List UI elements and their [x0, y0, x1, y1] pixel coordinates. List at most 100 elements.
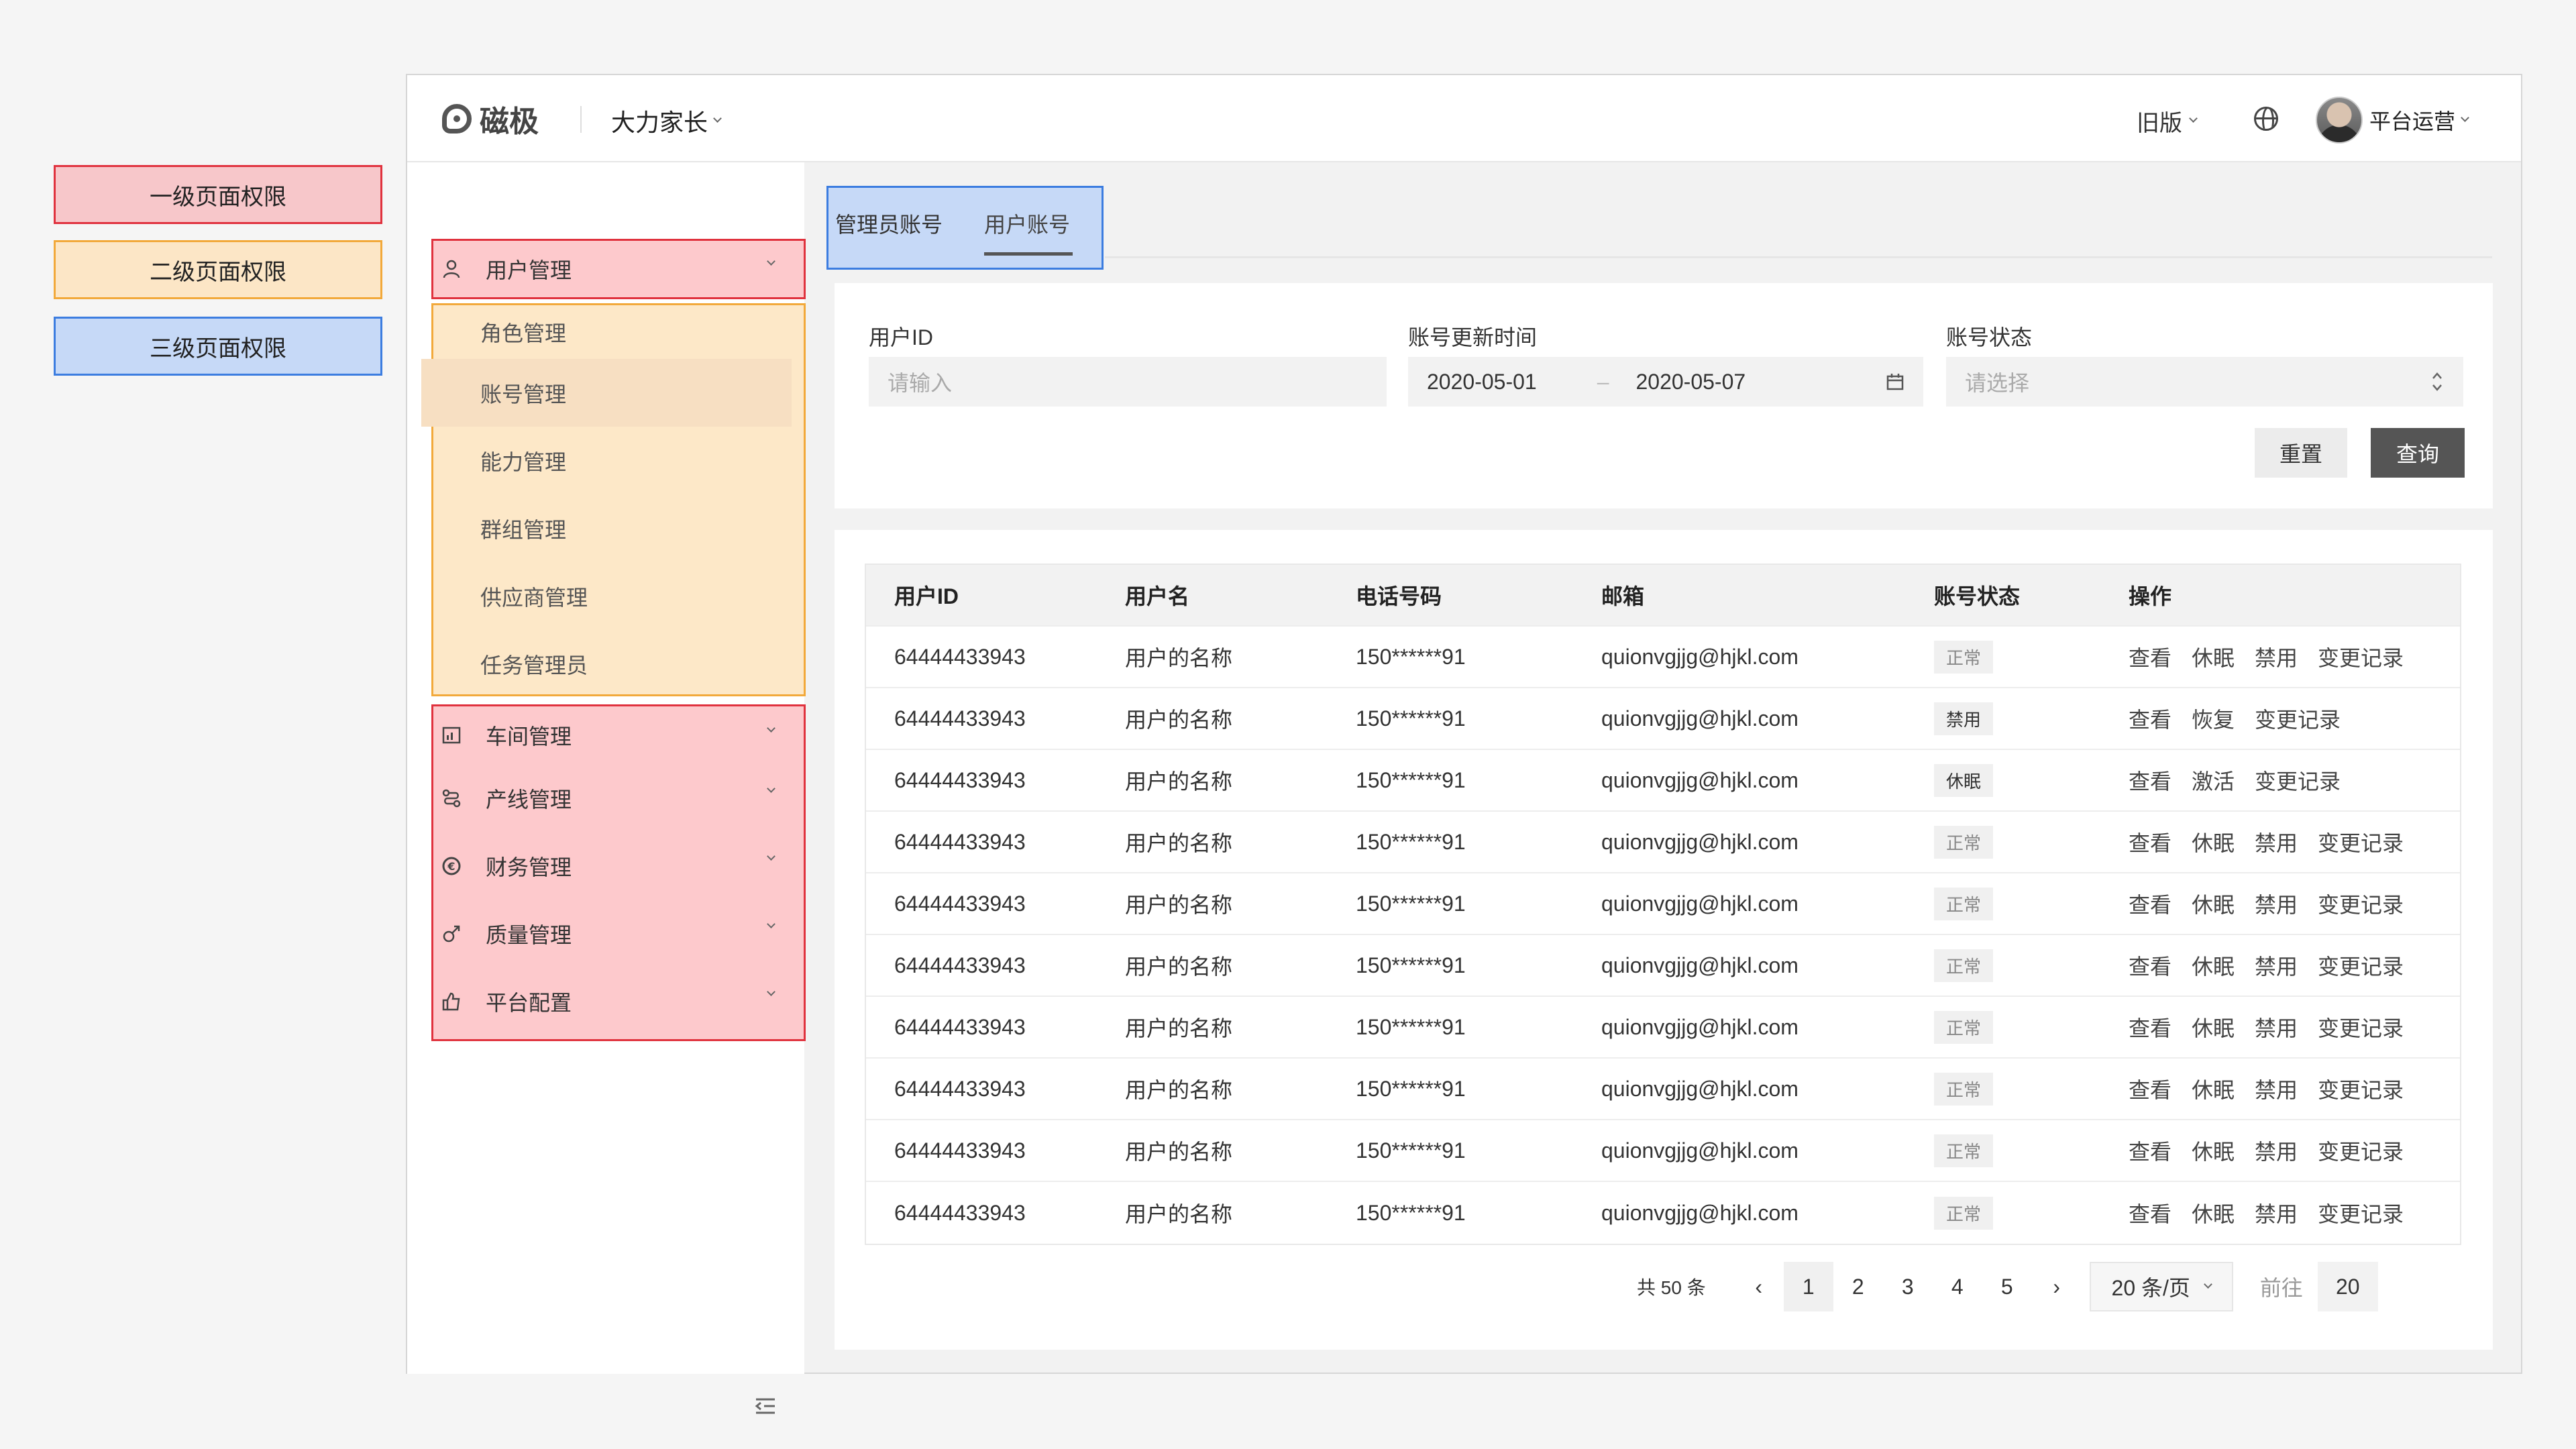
cell-phone: 150******91 — [1356, 706, 1466, 731]
row-action-link[interactable]: 变更记录 — [2318, 641, 2404, 672]
date-start[interactable]: 2020-05-01 — [1427, 370, 1537, 394]
logo[interactable]: 磁极 — [442, 102, 539, 138]
row-action-link[interactable]: 查看 — [2129, 950, 2171, 981]
row-action-link[interactable]: 禁用 — [2255, 1197, 2298, 1228]
row-action-link[interactable]: 禁用 — [2255, 826, 2298, 857]
sidebar-item-production-line[interactable]: 产线管理 — [433, 764, 804, 832]
col-phone: 电话号码 — [1356, 584, 1442, 608]
row-action-link[interactable]: 查看 — [2129, 1012, 2171, 1042]
page-button[interactable]: 2 — [1833, 1262, 1883, 1311]
row-action-link[interactable]: 激活 — [2192, 765, 2235, 796]
row-action-link[interactable]: 变更记录 — [2318, 1073, 2404, 1104]
row-action-link[interactable]: 禁用 — [2255, 1135, 2298, 1166]
sidebar-item-label: 产线管理 — [486, 787, 572, 812]
old-version-switch[interactable]: 旧版 — [2137, 105, 2198, 138]
table-row: 64444433943 用户的名称 150******91 quionvgjjg@hj… — [866, 1182, 2460, 1244]
chart-icon — [441, 725, 462, 745]
page-button[interactable]: 5 — [1982, 1262, 2032, 1311]
row-action-link[interactable]: 禁用 — [2255, 950, 2298, 981]
row-action-link[interactable]: 禁用 — [2255, 641, 2298, 672]
row-action-link[interactable]: 禁用 — [2255, 888, 2298, 919]
row-action-link[interactable]: 变更记录 — [2318, 888, 2404, 919]
sidebar-group-user-mgmt[interactable]: 用户管理 — [431, 239, 806, 299]
page-button[interactable]: 4 — [1933, 1262, 1982, 1311]
old-version-label: 旧版 — [2137, 111, 2182, 136]
row-action-link[interactable]: 查看 — [2129, 826, 2171, 857]
sidebar-subitem-supplier[interactable]: 供应商管理 — [433, 562, 804, 630]
sidebar-submenu-user-mgmt: 角色管理 账号管理 能力管理 群组管理 供应商管理 任务管理员 — [421, 303, 806, 698]
logo-icon — [442, 104, 472, 133]
row-action-link[interactable]: 休眠 — [2192, 888, 2235, 919]
sidebar-subitem-role[interactable]: 角色管理 — [433, 305, 804, 359]
row-action-link[interactable]: 休眠 — [2192, 826, 2235, 857]
goto-page-input[interactable]: 20 — [2317, 1262, 2378, 1311]
sidebar-item-label: 质量管理 — [486, 922, 572, 947]
cell-email: quionvgjjg@hjkl.com — [1601, 829, 1799, 854]
row-action-link[interactable]: 查看 — [2129, 1073, 2171, 1104]
sidebar-subitem-task-admin[interactable]: 任务管理员 — [433, 630, 804, 698]
row-action-link[interactable]: 查看 — [2129, 888, 2171, 919]
row-action-link[interactable]: 查看 — [2129, 703, 2171, 734]
sidebar-item-platform-config[interactable]: 平台配置 — [433, 967, 804, 1035]
status-badge: 正常 — [1934, 887, 1994, 920]
row-action-link[interactable]: 变更记录 — [2255, 703, 2341, 734]
org-switcher[interactable]: 大力家长 — [611, 103, 722, 138]
sidebar-item-label: 财务管理 — [486, 855, 572, 879]
sidebar-subitem-group[interactable]: 群组管理 — [433, 494, 804, 562]
query-button[interactable]: 查询 — [2371, 428, 2465, 478]
sidebar-item-user-mgmt[interactable]: 用户管理 — [433, 241, 804, 297]
date-end[interactable]: 2020-05-07 — [1635, 370, 1746, 394]
cell-email: quionvgjjg@hjkl.com — [1601, 953, 1799, 977]
sidebar-item-workshop[interactable]: 车间管理 — [433, 706, 804, 764]
row-action-link[interactable]: 变更记录 — [2318, 1197, 2404, 1228]
legend-level1: 一级页面权限 — [54, 165, 382, 224]
status-select[interactable]: 请选择 — [1946, 357, 2463, 407]
svg-text:€: € — [447, 860, 455, 873]
row-action-link[interactable]: 休眠 — [2192, 1135, 2235, 1166]
cell-user-id: 64444433943 — [894, 767, 1026, 792]
row-action-link[interactable]: 休眠 — [2192, 641, 2235, 672]
row-action-link[interactable]: 禁用 — [2255, 1073, 2298, 1104]
row-action-link[interactable]: 查看 — [2129, 765, 2171, 796]
sidebar-item-finance[interactable]: € 财务管理 — [433, 832, 804, 900]
user-menu[interactable]: 平台运营 — [2316, 97, 2469, 144]
page-size-select[interactable]: 20 条/页 — [2089, 1262, 2233, 1311]
collapse-menu-icon[interactable] — [755, 1397, 776, 1419]
sidebar-item-quality[interactable]: 质量管理 — [433, 900, 804, 967]
globe-icon[interactable] — [2254, 107, 2278, 131]
row-action-link[interactable]: 变更记录 — [2318, 826, 2404, 857]
prev-page-button[interactable]: ‹ — [1734, 1262, 1784, 1311]
row-action-link[interactable]: 休眠 — [2192, 1012, 2235, 1042]
date-range-picker[interactable]: 2020-05-01 – 2020-05-07 — [1408, 357, 1923, 407]
row-action-link[interactable]: 休眠 — [2192, 950, 2235, 981]
calendar-icon[interactable] — [1886, 372, 1904, 396]
row-action-link[interactable]: 休眠 — [2192, 1197, 2235, 1228]
gender-icon — [441, 924, 462, 944]
cell-email: quionvgjjg@hjkl.com — [1601, 1014, 1799, 1039]
sidebar-subitem-account[interactable]: 账号管理 — [421, 359, 792, 427]
row-action-link[interactable]: 变更记录 — [2318, 950, 2404, 981]
reset-button[interactable]: 重置 — [2255, 428, 2347, 478]
page-button[interactable]: 1 — [1783, 1262, 1833, 1311]
table-row: 64444433943 用户的名称 150******91 quionvgjjg@hj… — [866, 627, 2460, 688]
next-page-button[interactable]: › — [2032, 1262, 2082, 1311]
cell-user-id: 64444433943 — [894, 829, 1026, 854]
tab-user-account[interactable]: 用户账号 — [984, 208, 1070, 239]
sidebar-subitem-ability[interactable]: 能力管理 — [433, 427, 804, 494]
cell-user-name: 用户的名称 — [1125, 646, 1233, 670]
row-action-link[interactable]: 变更记录 — [2318, 1012, 2404, 1042]
page-button[interactable]: 3 — [1883, 1262, 1933, 1311]
row-action-link[interactable]: 禁用 — [2255, 1012, 2298, 1042]
row-action-link[interactable]: 变更记录 — [2318, 1135, 2404, 1166]
row-action-link[interactable]: 休眠 — [2192, 1073, 2235, 1104]
row-action-link[interactable]: 恢复 — [2192, 703, 2235, 734]
user-id-input[interactable]: 请输入 — [869, 357, 1387, 407]
row-action-link[interactable]: 变更记录 — [2255, 765, 2341, 796]
row-action-link[interactable]: 查看 — [2129, 1197, 2171, 1228]
cell-actions: 查看 休眠 禁用 变更记录 — [2129, 1073, 2460, 1104]
tab-admin-account[interactable]: 管理员账号 — [835, 208, 943, 239]
row-action-link[interactable]: 查看 — [2129, 641, 2171, 672]
cell-actions: 查看 休眠 禁用 变更记录 — [2129, 950, 2460, 981]
cell-status: 正常 — [1934, 1196, 2129, 1230]
row-action-link[interactable]: 查看 — [2129, 1135, 2171, 1166]
